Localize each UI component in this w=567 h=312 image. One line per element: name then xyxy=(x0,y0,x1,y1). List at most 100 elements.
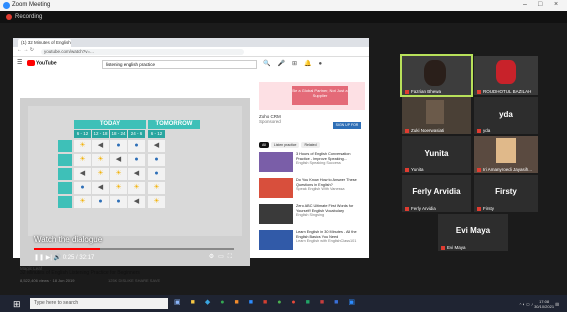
sun-icon: ☀ xyxy=(74,154,91,166)
participant-tile[interactable]: Ferly Arvidia Ferly Arvidia xyxy=(402,175,471,212)
player-right-controls[interactable]: ⚙▭⛶ xyxy=(209,253,236,261)
video-title: 32 Minutes of English Listening Practice… xyxy=(20,270,140,276)
nav-arrows-icon[interactable]: ← → ↻ xyxy=(17,47,34,53)
video-thumbnail xyxy=(259,152,293,172)
participant-display-name: Evi Maya xyxy=(455,226,491,235)
board-time: 6 - 12 xyxy=(74,130,91,138)
board-row-label xyxy=(58,168,72,180)
speaker-icon: ◀ xyxy=(74,168,91,180)
board-today-header: TODAY xyxy=(74,120,146,129)
chip-listen-practice[interactable]: Listen practice xyxy=(270,142,300,148)
rec-title: Learn English in 30 Minutes - All the En… xyxy=(296,230,357,239)
participant-tile[interactable]: Fazrian Bhewa xyxy=(400,54,473,97)
tray-icons: ^ ◐ ▭ ♪ xyxy=(519,301,535,307)
rec-title: 3 Hours of English Conversation Practice… xyxy=(296,152,351,161)
video-thumbnail xyxy=(259,204,293,224)
participant-tile[interactable]: yda yda xyxy=(474,97,538,134)
taskbar-search-input[interactable]: Type here to search xyxy=(30,298,168,309)
participant-tile[interactable]: ROUDHOTUL BAZILAH xyxy=(474,56,538,95)
participant-tile[interactable]: Yunita Yunita xyxy=(402,136,471,173)
participant-tile[interactable]: Zuki Noerwasiati xyxy=(402,97,471,134)
close-button[interactable]: × xyxy=(554,1,558,8)
participant-name: Evi Maya xyxy=(441,245,466,250)
windows-start-icon[interactable]: ⊞ xyxy=(13,299,21,310)
recommended-video[interactable]: Zero ABC Ultimate First Words for Yourse… xyxy=(259,204,365,226)
board-tomorrow-header: TOMORROW xyxy=(148,120,200,129)
mic-muted-icon xyxy=(441,245,445,250)
maximize-button[interactable]: □ xyxy=(538,1,542,8)
recommended-video[interactable]: 3 Hours of English Conversation Practice… xyxy=(259,152,365,174)
sun-icon: ☀ xyxy=(92,168,109,180)
sun-icon: ☀ xyxy=(148,182,165,194)
rec-channel: English Singsing xyxy=(296,213,325,217)
window-titlebar: Zoom Meeting – □ × xyxy=(0,0,567,11)
recommended-video[interactable]: Learn English in 30 Minutes - All the En… xyxy=(259,230,365,252)
recording-label: Recording xyxy=(15,14,43,20)
player-left-controls[interactable]: ❚❚ ▶| 🔊 0:25 / 32:17 xyxy=(34,254,94,261)
chip-related[interactable]: Related xyxy=(301,142,320,148)
sun-icon: ☀ xyxy=(110,182,127,194)
browser-tab[interactable]: (1) 32 Minutes of English ... xyxy=(18,39,71,53)
ad-banner[interactable]: Be a Global Partner, Not Just a Supplier xyxy=(259,82,365,110)
video-player[interactable]: TODAY TOMORROW 6 - 12 12 - 18 18 - 24 24… xyxy=(20,98,250,266)
raindrop-icon: ● xyxy=(128,140,145,152)
video-caption: Watch the dialogue xyxy=(34,235,103,244)
video-progress-bar[interactable] xyxy=(34,248,234,250)
youtube-header-icons[interactable]: 🔍🎤⊞🔔● xyxy=(263,60,329,67)
speaker-icon: ◀ xyxy=(128,168,145,180)
sponsor-signup-button[interactable]: SIGN UP FOR xyxy=(333,122,361,129)
taskbar-app-icons[interactable]: ▣■◆●■■■●●■■■▣ xyxy=(174,298,365,306)
participant-name: Firsty xyxy=(477,206,494,211)
address-bar[interactable]: youtube.com/watch?v=... xyxy=(41,48,244,55)
youtube-header: ☰ YouTube listening english practice 🔍🎤⊞… xyxy=(13,57,369,70)
youtube-search-input[interactable]: listening english practice xyxy=(102,59,257,69)
board-time: 12 - 18 xyxy=(92,130,109,138)
speaker-icon: ◀ xyxy=(110,154,127,166)
zoom-logo-icon xyxy=(3,2,10,9)
sun-icon: ☀ xyxy=(74,196,91,208)
participant-video xyxy=(496,138,516,163)
video-thumbnail xyxy=(259,178,293,198)
participant-name: Fazrian Bhewa xyxy=(405,89,441,94)
youtube-logo-text: YouTube xyxy=(36,60,57,67)
participant-video xyxy=(426,100,444,124)
participant-display-name: Ferly Arvidia xyxy=(412,187,461,196)
mic-muted-icon xyxy=(405,167,409,172)
menu-icon[interactable]: ☰ xyxy=(17,59,22,66)
participant-name: ROUDHOTUL BAZILAH xyxy=(477,89,531,94)
sun-icon: ☀ xyxy=(128,182,145,194)
participant-tile[interactable]: Evi Maya Evi Maya xyxy=(438,214,508,251)
taskbar: ⊞ Type here to search ▣■◆●■■■●●■■■▣ ^ ◐ … xyxy=(0,295,567,312)
raindrop-icon: ● xyxy=(110,140,127,152)
participant-name: Yunita xyxy=(405,167,424,172)
youtube-play-icon xyxy=(27,60,35,66)
youtube-logo[interactable]: YouTube xyxy=(27,60,57,66)
recommended-video[interactable]: Do You Know How to Answer These Question… xyxy=(259,178,365,200)
rec-title: Zero ABC Ultimate First Words for Yourse… xyxy=(296,204,354,213)
rec-channel: Speak English With Vanessa xyxy=(296,187,345,191)
video-actions[interactable]: 125K DISLIKE SHARE SAVE xyxy=(108,278,160,283)
minimize-button[interactable]: – xyxy=(523,1,527,8)
window-title: Zoom Meeting xyxy=(12,2,51,8)
mic-muted-icon xyxy=(405,206,409,211)
browser-tabstrip: (1) 32 Minutes of English ... xyxy=(13,38,369,53)
speaker-icon: ◀ xyxy=(148,140,165,152)
speaker-icon: ◀ xyxy=(92,182,109,194)
sun-icon: ☀ xyxy=(148,196,165,208)
sun-icon: ☀ xyxy=(92,154,109,166)
board-time: 6 - 12 xyxy=(148,130,165,138)
sponsor-block: Zoho CRM Sponsored xyxy=(259,114,281,124)
recording-icon xyxy=(6,14,12,20)
notifications-icon[interactable]: ▤ xyxy=(555,302,559,307)
participant-name: Zuki Noerwasiati xyxy=(405,128,444,133)
participant-tile[interactable]: Iri Amanyroedi Jayasih... xyxy=(474,136,538,173)
filter-chips: All Listen practice Related xyxy=(259,142,322,148)
speaker-icon: ◀ xyxy=(128,196,145,208)
participant-tile[interactable]: Firsty Firsty xyxy=(474,175,538,212)
system-tray[interactable]: ^ ◐ ▭ ♪ 17:08 30/10/2021 ▤ xyxy=(519,299,559,309)
ad-text: Be a Global Partner, Not Just a Supplier xyxy=(292,86,348,105)
chip-all[interactable]: All xyxy=(259,142,269,148)
speaker-icon: ◀ xyxy=(92,140,109,152)
video-progress-fill xyxy=(34,248,100,250)
participant-name: Ferly Arvidia xyxy=(405,206,436,211)
